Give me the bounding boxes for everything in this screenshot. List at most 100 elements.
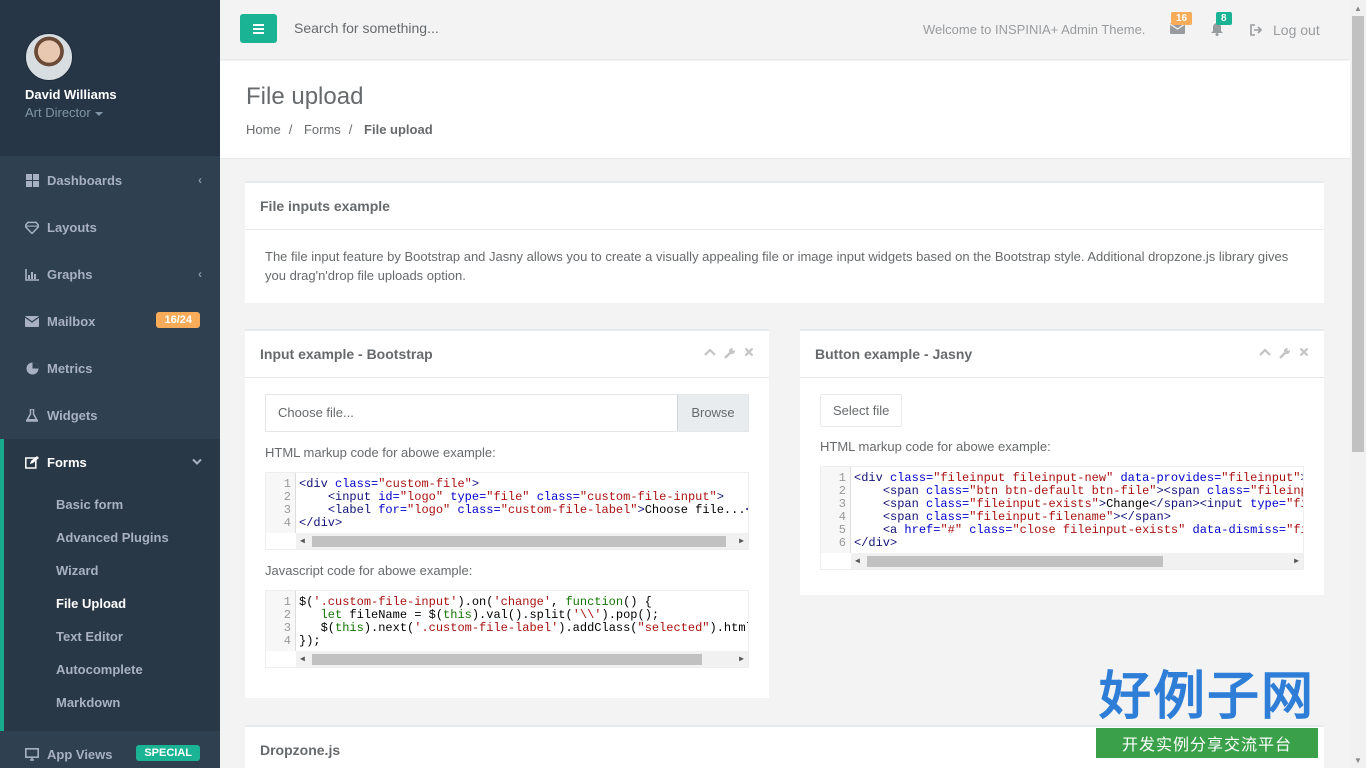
sidebar-subitem-basic-form[interactable]: Basic form — [4, 488, 220, 521]
top-navbar: Welcome to INSPINIA+ Admin Theme. 16 8 L… — [220, 0, 1350, 60]
logout-label: Log out — [1273, 22, 1320, 38]
wrench-icon[interactable] — [724, 347, 736, 359]
sidebar-item-app-views[interactable]: App Views SPECIAL — [0, 731, 220, 768]
scroll-left-icon[interactable]: ◀ — [300, 653, 305, 666]
sidebar-subitem-file-upload[interactable]: File Upload — [4, 587, 220, 620]
sidebar-subitem-autocomplete[interactable]: Autocomplete — [4, 653, 220, 686]
sidebar-item-label: Layouts — [47, 220, 97, 235]
caret-down-icon — [94, 111, 103, 116]
box-title-text: Input example - Bootstrap — [260, 346, 433, 362]
scroll-right-icon[interactable]: ▶ — [739, 653, 744, 666]
jasny-html-code-block[interactable]: 123456 <div class="fileinput fileinput-n… — [820, 466, 1304, 570]
sidebar-item-dashboards[interactable]: Dashboards ‹ — [0, 157, 220, 204]
envelope-icon — [25, 315, 39, 329]
special-badge: SPECIAL — [136, 745, 200, 761]
page-scrollbar[interactable]: ▲ ▼ — [1350, 0, 1366, 768]
bars-icon — [253, 23, 264, 34]
sidebar-item-forms[interactable]: Forms — [4, 439, 220, 486]
scroll-right-icon[interactable]: ▶ — [739, 535, 744, 548]
avatar[interactable] — [25, 33, 73, 81]
sidebar-item-mailbox[interactable]: Mailbox 16/24 — [0, 298, 220, 345]
sidebar-subitem-wizard[interactable]: Wizard — [4, 554, 220, 587]
profile-header: David Williams Art Director — [0, 0, 220, 156]
jasny-button-box: Button example - Jasny Select file HTML … — [800, 329, 1324, 595]
sidebar-item-graphs[interactable]: Graphs ‹ — [0, 251, 220, 298]
code-lines: <div class="fileinput fileinput-new" dat… — [854, 471, 1303, 550]
scroll-up-icon[interactable]: ▲ — [1350, 0, 1366, 16]
sign-out-icon — [1250, 24, 1263, 36]
watermark-logo-text: 好例子网 — [1098, 666, 1315, 727]
chevron-up-icon[interactable] — [704, 347, 716, 357]
sidebar-subitem-markdown[interactable]: Markdown — [4, 686, 220, 719]
breadcrumb-home[interactable]: Home — [246, 122, 281, 137]
close-icon[interactable] — [744, 347, 754, 357]
scroll-thumb[interactable] — [312, 654, 702, 665]
menu-toggle-button[interactable] — [240, 14, 277, 43]
sidebar-item-label: Dashboards — [47, 173, 123, 188]
profile-name[interactable]: David Williams — [25, 87, 195, 102]
page-heading: File upload Home / Forms / File upload — [220, 61, 1350, 159]
custom-file-input[interactable]: Choose file... Browse — [265, 394, 749, 432]
breadcrumb-forms[interactable]: Forms — [304, 122, 341, 137]
html-code-caption: HTML markup code for abowe example: — [265, 445, 496, 460]
scroll-right-icon[interactable]: ▶ — [1294, 555, 1299, 568]
welcome-message: Welcome to INSPINIA+ Admin Theme. — [923, 22, 1146, 37]
line-numbers: 1234 — [266, 591, 296, 651]
js-code-caption: Javascript code for abowe example: — [265, 563, 473, 578]
logout-link[interactable]: Log out — [1250, 22, 1320, 38]
code-lines: $('.custom-file-input').on('change', fun… — [299, 595, 748, 648]
page-title: File upload — [246, 83, 364, 110]
select-file-button[interactable]: Select file — [820, 394, 903, 427]
chevron-up-icon[interactable] — [1259, 347, 1271, 357]
horizontal-scrollbar[interactable]: ◀ ▶ — [851, 553, 1303, 569]
diamond-icon — [25, 221, 39, 235]
horizontal-scrollbar[interactable]: ◀ ▶ — [296, 651, 748, 667]
profile-role-dropdown[interactable]: Art Director — [25, 105, 195, 120]
sidebar-item-label: Mailbox — [47, 314, 96, 329]
chevron-left-icon: ‹ — [198, 267, 202, 281]
watermark-tagline: 开发实例分享交流平台 — [1096, 728, 1318, 758]
box-tools — [704, 347, 754, 359]
scroll-thumb[interactable] — [867, 556, 1163, 567]
bar-chart-icon — [25, 268, 39, 282]
forms-group: Forms Basic form Advanced Plugins Wizard… — [0, 439, 220, 731]
scroll-thumb[interactable] — [312, 536, 726, 547]
profile-role-label: Art Director — [25, 105, 91, 120]
scroll-left-icon[interactable]: ◀ — [855, 555, 860, 568]
search-input[interactable] — [294, 20, 694, 36]
scroll-left-icon[interactable]: ◀ — [300, 535, 305, 548]
flask-icon — [25, 409, 39, 423]
sidebar-subitem-text-editor[interactable]: Text Editor — [4, 620, 220, 653]
js-code-block[interactable]: 1234 $('.custom-file-input').on('change'… — [265, 590, 749, 668]
desktop-icon — [25, 748, 39, 762]
messages-count-badge: 16 — [1171, 12, 1193, 25]
breadcrumb-current: File upload — [364, 122, 433, 137]
breadcrumb: Home / Forms / File upload — [246, 122, 433, 137]
html-code-caption: HTML markup code for abowe example: — [820, 439, 1051, 454]
edit-icon — [25, 456, 39, 470]
sidebar-item-widgets[interactable]: Widgets — [0, 392, 220, 439]
scroll-thumb[interactable] — [1352, 16, 1364, 452]
sidebar-item-label: Forms — [47, 455, 87, 470]
line-numbers: 123456 — [821, 467, 851, 553]
box-title: File inputs example — [245, 183, 1324, 230]
watermark-logo: 好例子网 开发实例分享交流平台 — [1092, 668, 1322, 760]
html-code-block[interactable]: 1234 <div class="custom-file"> <input id… — [265, 472, 749, 550]
chevron-down-icon — [192, 455, 202, 469]
horizontal-scrollbar[interactable]: ◀ ▶ — [296, 533, 748, 549]
wrench-icon[interactable] — [1279, 347, 1291, 359]
box-title: Button example - Jasny — [800, 331, 1324, 378]
file-inputs-example-box: File inputs example The file input featu… — [245, 181, 1324, 303]
sidebar-item-metrics[interactable]: Metrics — [0, 345, 220, 392]
intro-text: The file input feature by Bootstrap and … — [265, 249, 1289, 283]
sidebar-subitem-advanced-plugins[interactable]: Advanced Plugins — [4, 521, 220, 554]
close-icon[interactable] — [1299, 347, 1309, 357]
file-input-label[interactable]: Choose file... — [266, 395, 677, 431]
sidebar-item-label: Graphs — [47, 267, 93, 282]
chevron-left-icon: ‹ — [198, 173, 202, 187]
box-title: Input example - Bootstrap — [245, 331, 769, 378]
browse-button[interactable]: Browse — [677, 395, 748, 431]
scroll-down-icon[interactable]: ▼ — [1350, 752, 1366, 768]
sidebar-item-layouts[interactable]: Layouts — [0, 204, 220, 251]
code-lines: <div class="custom-file"> <input id="log… — [299, 477, 748, 530]
